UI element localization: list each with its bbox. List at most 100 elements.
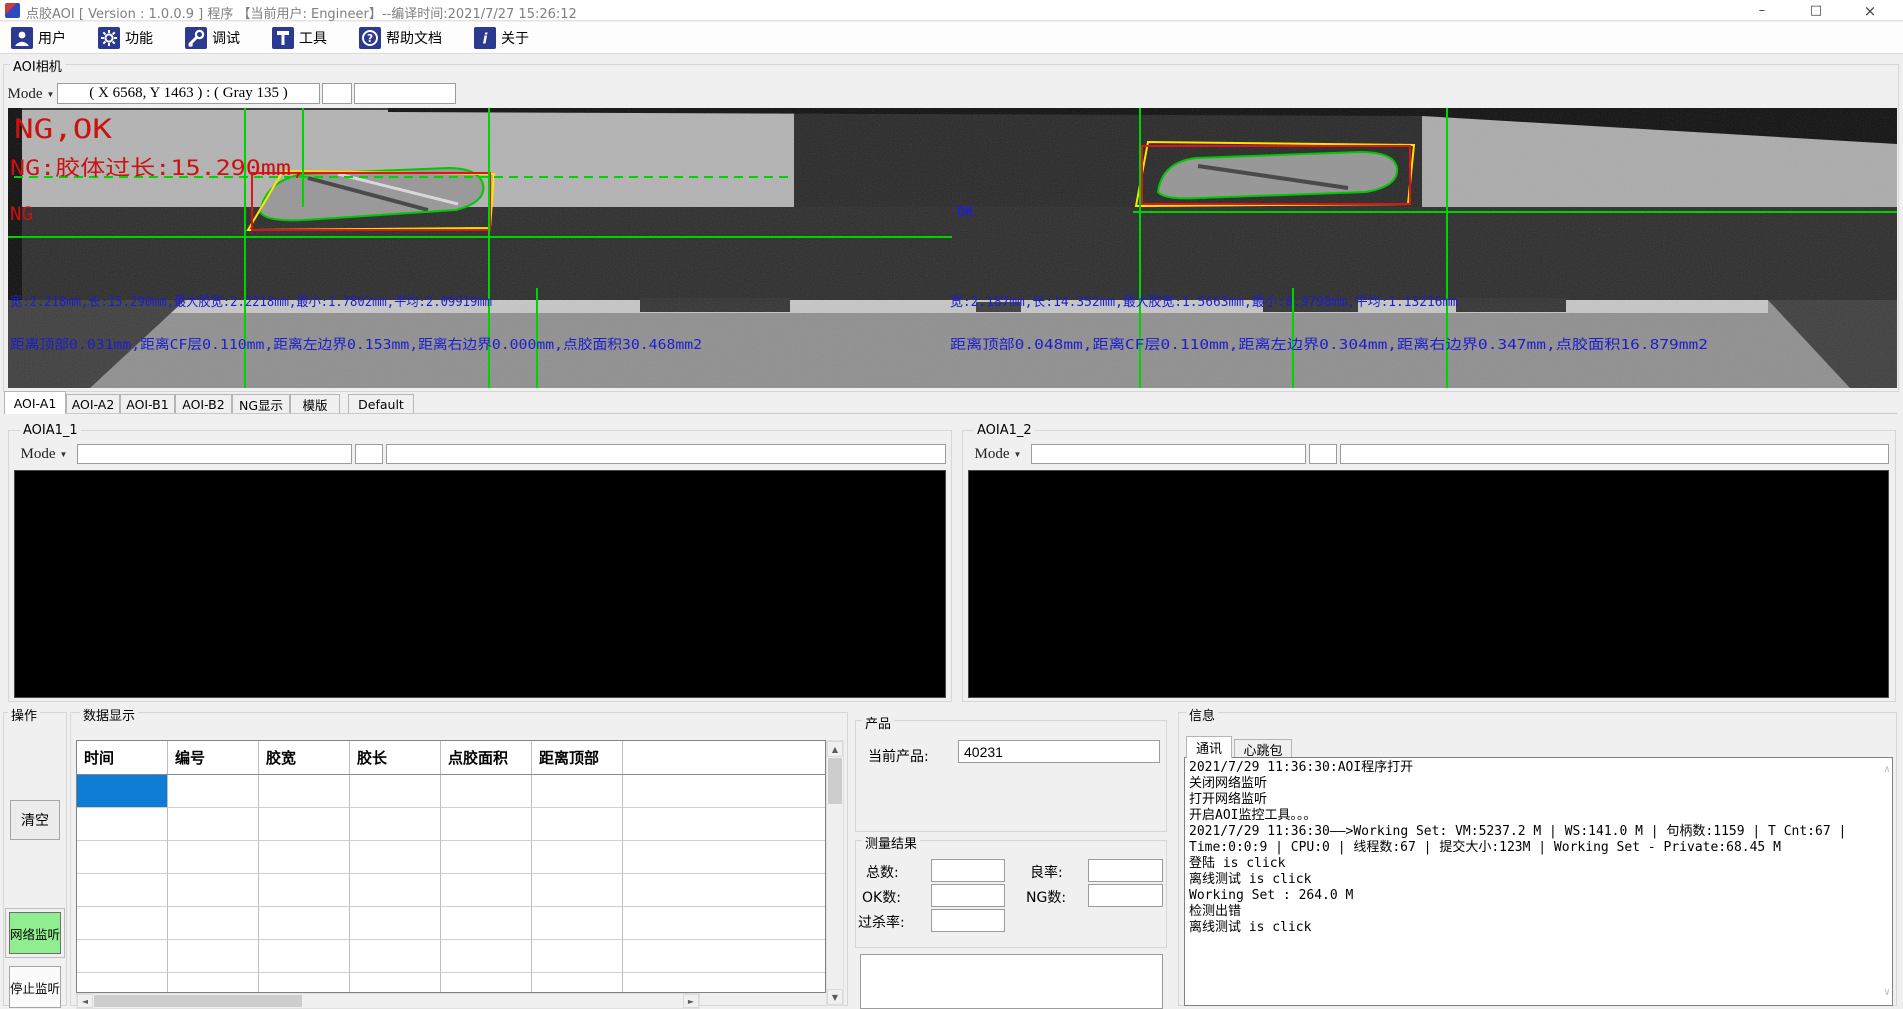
table-cell[interactable] (350, 973, 441, 993)
table-cell[interactable] (441, 973, 532, 993)
toolbar-item-functions[interactable]: 功能 (95, 24, 156, 52)
table-cell[interactable] (350, 907, 441, 940)
log-scroll-down-icon[interactable]: ∨ (1884, 985, 1890, 1001)
network-listen-button[interactable]: 网络监听 (9, 912, 61, 954)
table-cell[interactable] (532, 841, 623, 874)
table-hscrollbar[interactable]: ◄ ► (76, 993, 700, 1009)
table-cell[interactable] (532, 775, 623, 808)
camera-field-small[interactable] (322, 83, 352, 104)
stop-listen-button[interactable]: 停止监听 (9, 966, 61, 1008)
tab-comms[interactable]: 通讯 (1186, 736, 1232, 758)
table-cell[interactable] (350, 841, 441, 874)
table-cell[interactable] (259, 775, 350, 808)
table-cell[interactable] (441, 841, 532, 874)
table-cell[interactable] (532, 907, 623, 940)
table-cell[interactable] (259, 841, 350, 874)
table-header-cell[interactable]: 胶宽 (259, 741, 350, 774)
table-cell[interactable] (168, 808, 259, 841)
ng-count-field[interactable] (1088, 884, 1163, 907)
scroll-right-arrow[interactable]: ► (683, 994, 699, 1008)
tab-heartbeat[interactable]: 心跳包 (1234, 739, 1292, 758)
table-cell[interactable] (77, 775, 168, 808)
table-cell[interactable] (77, 973, 168, 993)
camera-field-extra[interactable] (354, 83, 456, 104)
table-cell[interactable] (532, 940, 623, 973)
table-cell[interactable] (168, 907, 259, 940)
scroll-down-arrow[interactable]: ▼ (827, 989, 843, 1005)
subview-left-mode-dropdown[interactable]: Mode▼ (20, 445, 68, 464)
table-cell[interactable] (350, 874, 441, 907)
table-cell[interactable] (259, 874, 350, 907)
toolbar-item-user[interactable]: 用户 (8, 24, 69, 52)
table-cell[interactable] (441, 808, 532, 841)
tab-aoi-b2[interactable]: AOI-B2 (175, 394, 232, 414)
total-count-field[interactable] (931, 859, 1005, 882)
clear-button[interactable]: 清空 (10, 800, 60, 840)
log-scroll-up-icon[interactable]: ∧ (1884, 762, 1890, 778)
table-cell[interactable] (259, 808, 350, 841)
subview-right-field2[interactable] (1309, 444, 1337, 464)
close-button[interactable]: × (1850, 0, 1890, 21)
tab-aoi-a1[interactable]: AOI-A1 (4, 391, 66, 414)
tab-aoi-a2[interactable]: AOI-A2 (66, 394, 120, 414)
table-cell[interactable] (168, 973, 259, 993)
table-header-cell[interactable]: 编号 (168, 741, 259, 774)
subview-left-field1[interactable] (77, 444, 352, 464)
current-product-input[interactable] (958, 740, 1160, 763)
table-cell[interactable] (350, 940, 441, 973)
subview-left-field3[interactable] (386, 444, 946, 464)
table-cell[interactable] (77, 907, 168, 940)
subview-right-field1[interactable] (1031, 444, 1306, 464)
subview-right-image[interactable] (968, 470, 1889, 698)
minimize-button[interactable]: – (1742, 0, 1782, 21)
subview-left-field2[interactable] (355, 444, 383, 464)
table-row[interactable] (77, 940, 825, 973)
camera-image-view[interactable]: NG,OK NG:胶体过长:15.290mm, NG OK 宽:2.218mm,… (8, 108, 1897, 388)
table-cell[interactable] (168, 940, 259, 973)
table-cell[interactable] (77, 808, 168, 841)
subview-right-field3[interactable] (1340, 444, 1889, 464)
tab-ng-display[interactable]: NG显示 (232, 394, 290, 414)
toolbar-item-help[interactable]: ? 帮助文档 (356, 24, 445, 52)
table-cell[interactable] (350, 775, 441, 808)
table-cell[interactable] (532, 973, 623, 993)
tab-template[interactable]: 模版 (290, 394, 340, 414)
toolbar-item-tools[interactable]: 工具 (269, 24, 330, 52)
table-cell[interactable] (168, 874, 259, 907)
table-cell[interactable] (441, 940, 532, 973)
table-row[interactable] (77, 841, 825, 874)
table-cell[interactable] (168, 775, 259, 808)
table-cell[interactable] (532, 808, 623, 841)
yield-rate-field[interactable] (1088, 859, 1163, 882)
table-cell[interactable] (441, 874, 532, 907)
toolbar-item-about[interactable]: i 关于 (471, 24, 532, 52)
table-cell[interactable] (441, 907, 532, 940)
tab-default[interactable]: Default (348, 394, 414, 414)
table-cell[interactable] (77, 874, 168, 907)
table-row[interactable] (77, 808, 825, 841)
table-row[interactable] (77, 775, 825, 808)
tab-aoi-b1[interactable]: AOI-B1 (120, 394, 175, 414)
table-cell[interactable] (77, 841, 168, 874)
table-cell[interactable] (259, 940, 350, 973)
table-cell[interactable] (259, 973, 350, 993)
table-header-cell[interactable]: 胶长 (350, 741, 441, 774)
toolbar-item-debug[interactable]: 调试 (182, 24, 243, 52)
subview-left-image[interactable] (14, 470, 946, 698)
table-cell[interactable] (259, 907, 350, 940)
table-header-cell[interactable]: 距离顶部 (532, 741, 623, 774)
table-cell[interactable] (168, 841, 259, 874)
subview-right-mode-dropdown[interactable]: Mode▼ (974, 445, 1022, 464)
scroll-up-arrow[interactable]: ▲ (827, 741, 843, 757)
scroll-left-arrow[interactable]: ◄ (77, 994, 93, 1008)
table-header-cell[interactable]: 点胶面积 (441, 741, 532, 774)
table-cell[interactable] (350, 808, 441, 841)
overkill-rate-field[interactable] (931, 909, 1005, 932)
data-table[interactable]: 时间 编号 胶宽 胶长 点胶面积 距离顶部 (76, 740, 826, 993)
log-area[interactable]: 2021/7/29 11:36:30:AOI程序打开关闭网络监听打开网络监听开启… (1184, 757, 1893, 1006)
ok-count-field[interactable] (931, 884, 1005, 907)
table-row[interactable] (77, 973, 825, 993)
vscroll-thumb[interactable] (828, 758, 842, 804)
maximize-button[interactable]: □ (1796, 0, 1836, 21)
table-cell[interactable] (77, 940, 168, 973)
